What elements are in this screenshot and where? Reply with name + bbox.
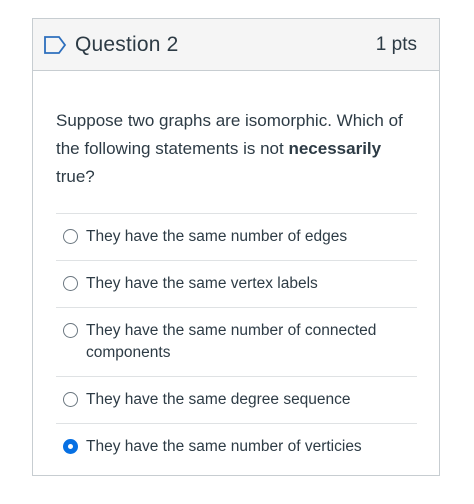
radio-button-selected[interactable] <box>63 439 78 454</box>
question-prompt: Suppose two graphs are isomorphic. Which… <box>56 107 417 191</box>
answer-option-4[interactable]: They have the same degree sequence <box>56 377 417 424</box>
question-header: Question 2 1 pts <box>33 19 439 71</box>
answer-label: They have the same degree sequence <box>86 391 351 408</box>
answer-label: They have the same number of verticies <box>86 438 362 455</box>
answer-option-3[interactable]: They have the same number of connected c… <box>56 308 417 377</box>
flag-question-icon[interactable] <box>43 35 67 55</box>
radio-button[interactable] <box>63 392 78 407</box>
answer-option-5[interactable]: They have the same number of verticies <box>56 424 417 470</box>
prompt-text-end: true? <box>56 167 95 186</box>
question-body: Suppose two graphs are isomorphic. Which… <box>33 71 439 470</box>
question-title: Question 2 <box>75 32 179 56</box>
answer-option-1[interactable]: They have the same number of edges <box>56 214 417 261</box>
answer-label: They have the same number of edges <box>86 228 348 245</box>
prompt-emphasis: necessarily <box>288 139 382 158</box>
radio-button[interactable] <box>63 323 78 338</box>
answer-option-2[interactable]: They have the same vertex labels <box>56 261 417 308</box>
radio-button[interactable] <box>63 229 78 244</box>
question-points: 1 pts <box>375 33 417 55</box>
radio-button[interactable] <box>63 276 78 291</box>
answer-list: They have the same number of edges They … <box>56 213 417 470</box>
quiz-question-card: Question 2 1 pts Suppose two graphs are … <box>32 18 440 476</box>
question-header-left: Question 2 <box>43 33 179 57</box>
answer-label: They have the same vertex labels <box>86 275 318 292</box>
answer-label: They have the same number of connected c… <box>86 322 377 361</box>
